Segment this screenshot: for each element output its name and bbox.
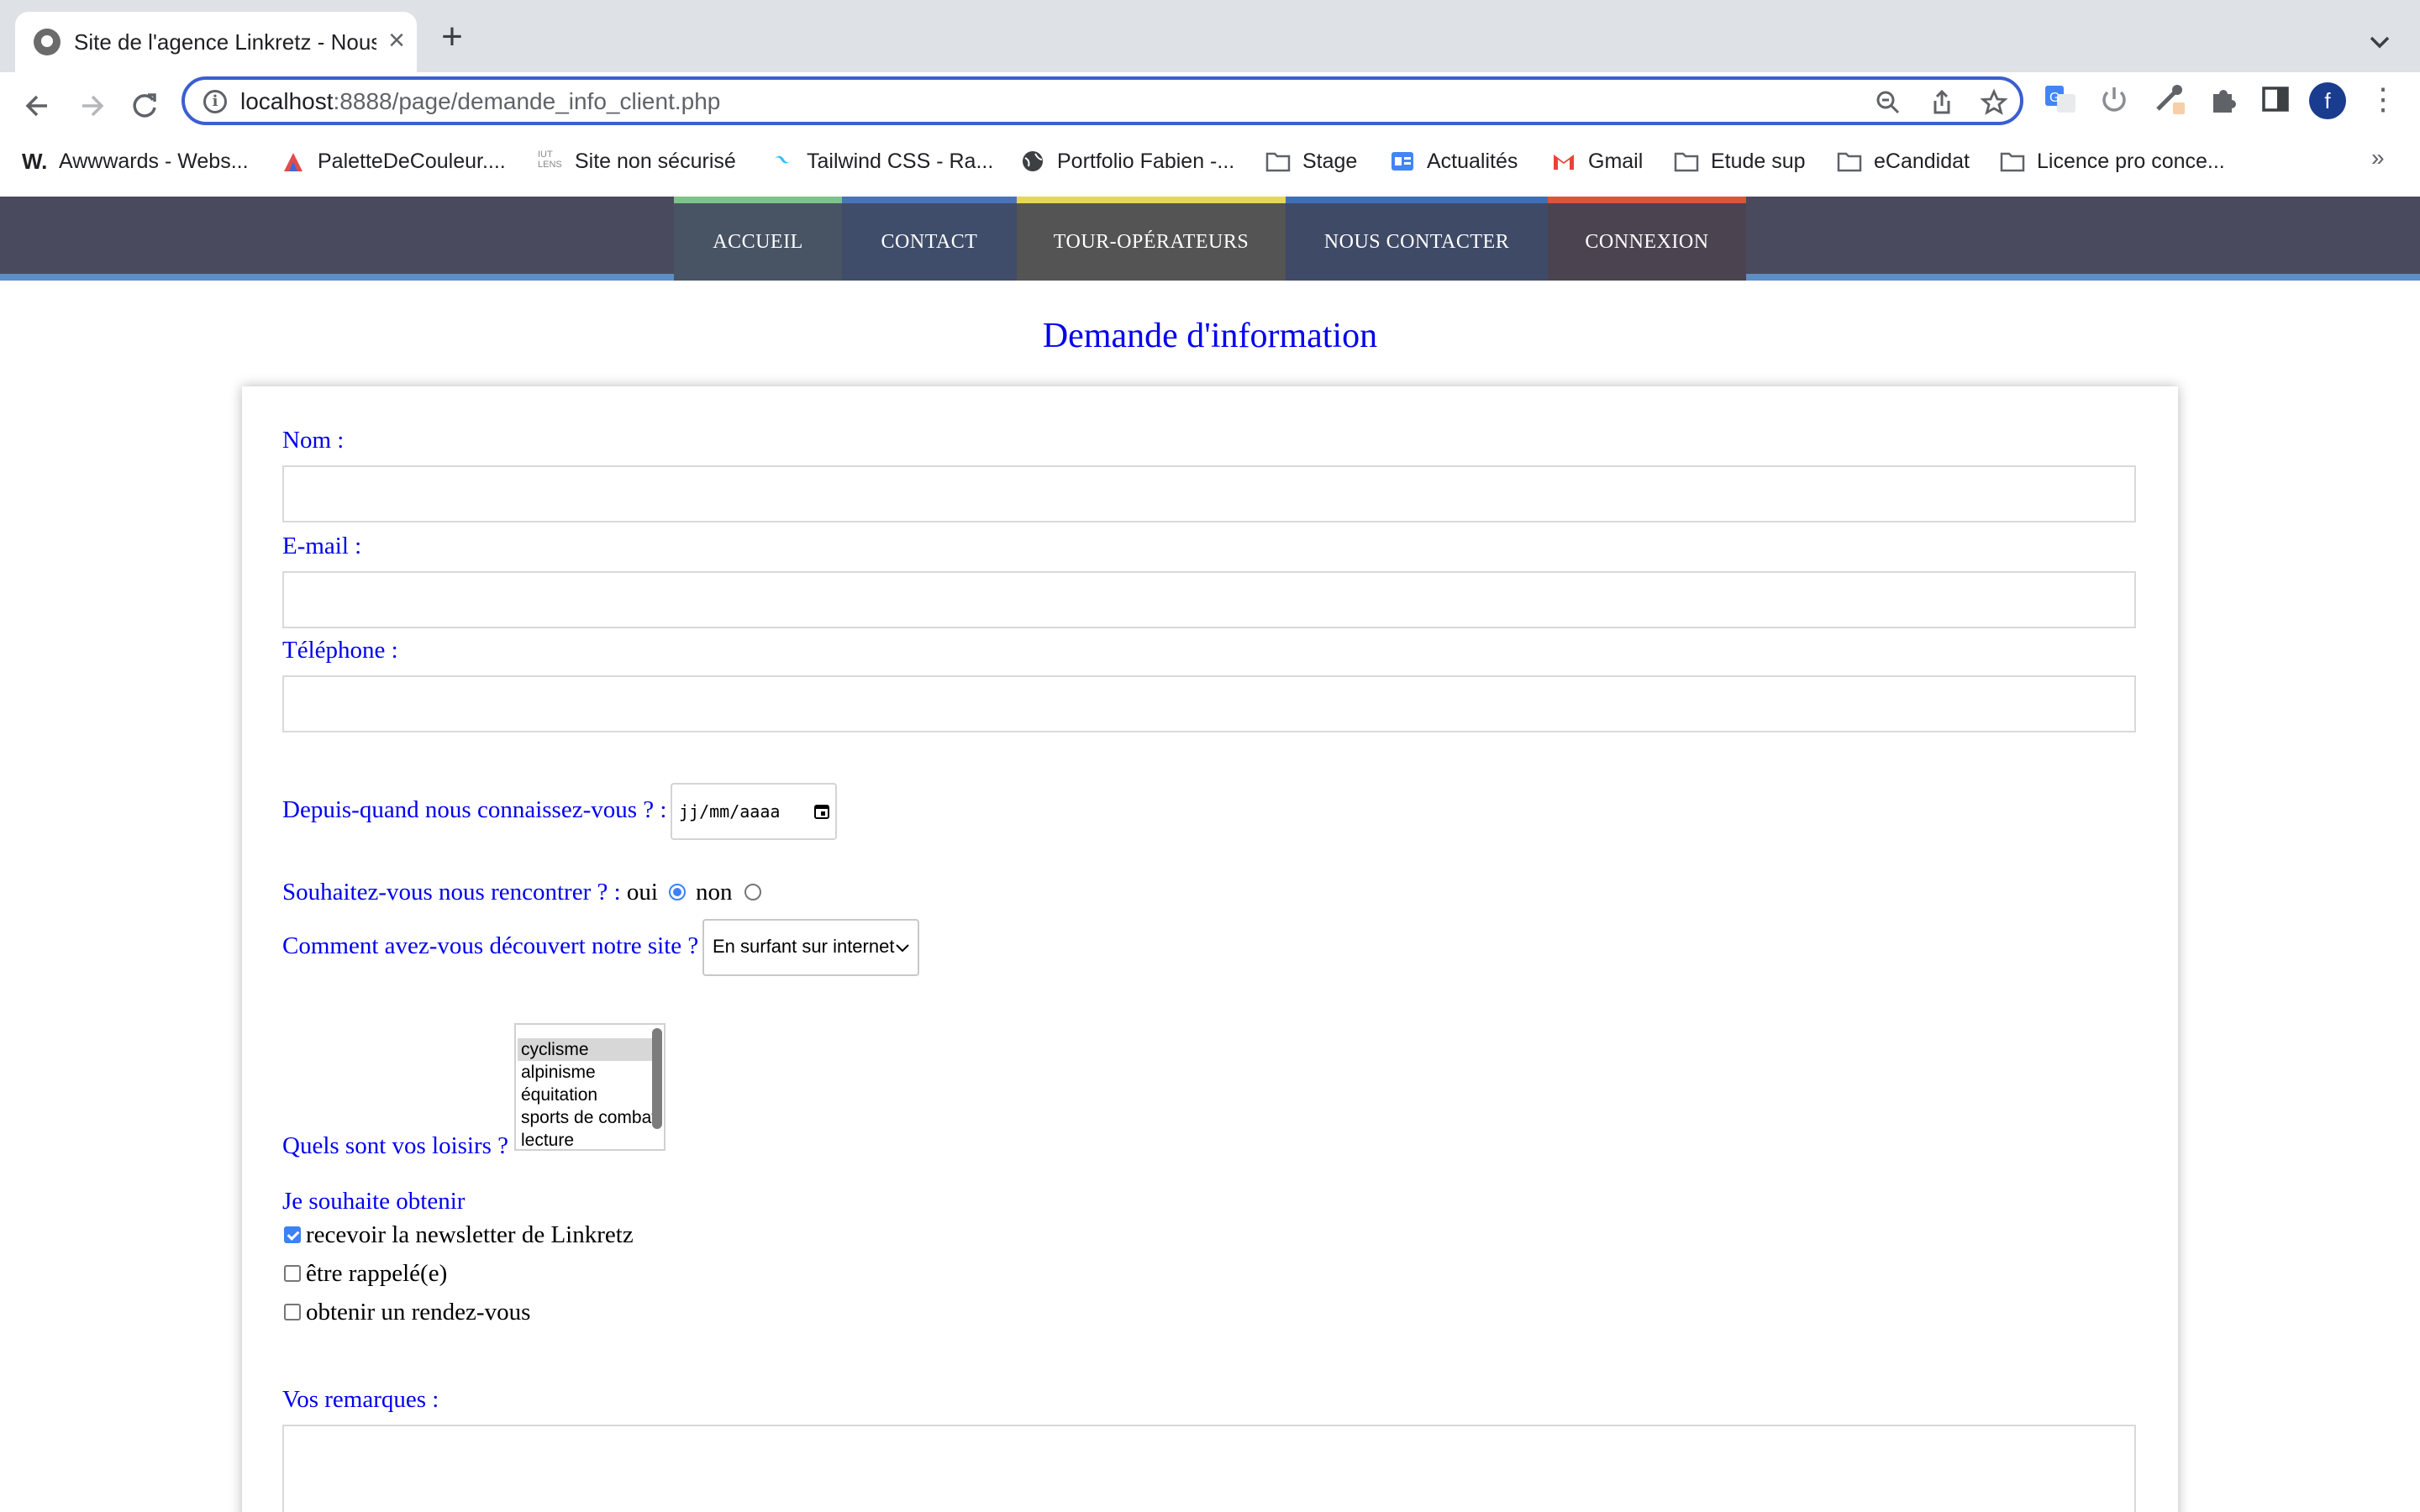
reload-icon[interactable] (124, 86, 165, 126)
bookmark-item[interactable]: Portfolio Fabien -... (1020, 144, 1234, 178)
close-tab-icon[interactable]: × (385, 25, 408, 55)
folder-icon (2000, 150, 2025, 173)
share-icon[interactable] (1928, 88, 1956, 117)
calendar-icon[interactable] (813, 803, 830, 820)
awwwards-icon: W. (22, 149, 48, 174)
color-picker-extension-icon[interactable] (2151, 81, 2188, 118)
hobby-option[interactable]: lecture (518, 1129, 652, 1149)
meet-label: Souhaitez-vous nous rencontrer ? : (282, 879, 621, 906)
nav-item-accueil[interactable]: ACCUEIL (674, 197, 842, 281)
discover-label: Comment avez-vous découvert notre site ? (282, 932, 699, 959)
gmail-icon (1551, 150, 1576, 173)
back-arrow-icon[interactable] (17, 86, 57, 126)
discover-select[interactable]: En surfant sur internet (702, 919, 919, 976)
bookmarks-bar: W. Awwwards - Webs... PaletteDeCouleur..… (0, 138, 2420, 185)
discover-selected-value: En surfant sur internet (713, 936, 895, 957)
telephone-label: Téléphone : (282, 637, 398, 664)
nom-input[interactable] (282, 465, 2136, 522)
bookmark-item[interactable]: Stage (1265, 144, 1357, 178)
extensions-puzzle-icon[interactable] (2205, 81, 2242, 118)
appointment-checkbox[interactable] (284, 1304, 301, 1320)
meet-no-radio[interactable] (744, 884, 761, 900)
since-date-input[interactable]: jj/mm/aaaa (671, 783, 837, 840)
meet-yes-radio[interactable] (669, 884, 686, 900)
nav-item-contact[interactable]: CONTACT (842, 197, 1017, 281)
browser-toolbar: i localhost:8888/page/demande_info_clien… (0, 72, 2420, 202)
bookmark-item[interactable]: W. Awwwards - Webs... (22, 144, 249, 178)
bookmark-item[interactable]: eCandidat (1837, 144, 1970, 178)
meet-yes-label: oui (626, 879, 658, 906)
side-panel-icon[interactable] (2257, 81, 2294, 118)
browser-tabstrip: Site de l'agence Linkretz - Nous contact… (0, 0, 2420, 72)
bookmark-item[interactable]: Tailwind CSS - Ra... (770, 144, 993, 178)
appointment-label: obtenir un rendez-vous (306, 1299, 531, 1326)
bookmark-item[interactable]: PaletteDeCouleur.... (281, 144, 506, 178)
bookmark-item[interactable]: IUT LENS Site non sécurisé (538, 144, 736, 178)
new-tab-button[interactable]: + (435, 18, 469, 55)
email-label: E-mail : (282, 533, 362, 559)
nav-item-connexion[interactable]: CONNEXION (1548, 197, 1746, 281)
page-title: Demande d'information (1042, 317, 1378, 355)
svg-text:G: G (2049, 91, 2060, 105)
hobbies-label: Quels sont vos loisirs ? (282, 1132, 509, 1159)
tailwind-icon (770, 150, 795, 173)
hobby-option[interactable]: équitation (518, 1084, 652, 1106)
browser-tab[interactable]: Site de l'agence Linkretz - Nous contact… (15, 12, 417, 72)
bookmark-star-icon[interactable] (1980, 88, 2008, 117)
since-label: Depuis-quand nous connaissez-vous ? : (282, 796, 667, 823)
meet-no-label: non (696, 879, 733, 906)
bookmark-item[interactable]: Gmail (1551, 144, 1643, 178)
globe-icon (1020, 150, 1045, 173)
folder-icon (1674, 150, 1699, 173)
listbox-scrollbar[interactable] (652, 1028, 662, 1129)
meet-row: Souhaitez-vous nous rencontrer ? : oui (282, 877, 658, 907)
bookmark-item[interactable]: Etude sup (1674, 144, 1806, 178)
nav-item-nous-contacter[interactable]: NOUS CONTACTER (1286, 197, 1548, 281)
remarks-label: Vos remarques : (282, 1386, 439, 1413)
site-favicon-icon (34, 29, 60, 55)
folder-icon (1265, 150, 1291, 173)
google-translate-icon[interactable]: G (2042, 81, 2079, 118)
chevron-down-icon (894, 939, 911, 956)
zoom-icon[interactable] (1874, 88, 1902, 117)
palette-icon (281, 150, 306, 173)
hobby-option[interactable]: sports de combat (518, 1106, 652, 1129)
nav-item-tour-operateurs[interactable]: TOUR-OPÉRATEURS (1017, 197, 1286, 281)
site-navigation: ACCUEIL CONTACT TOUR-OPÉRATEURS NOUS CON… (0, 197, 2420, 281)
hobbies-listbox[interactable]: cyclisme alpinisme équitation sports de … (514, 1023, 666, 1151)
bookmark-item[interactable]: Actualités (1390, 144, 1518, 178)
callback-label: être rappelé(e) (306, 1260, 448, 1287)
nom-label: Nom : (282, 427, 345, 454)
bookmark-item[interactable]: Licence pro conce... (2000, 144, 2225, 178)
browser-menu-icon[interactable]: ⋮ (2368, 82, 2398, 119)
telephone-input[interactable] (282, 675, 2136, 732)
remarks-textarea[interactable] (282, 1425, 2136, 1512)
google-news-icon (1390, 150, 1415, 173)
newsletter-checkbox[interactable] (284, 1226, 301, 1243)
info-request-form: Nom : E-mail : Téléphone : Depuis-quand … (242, 386, 2178, 1512)
address-bar[interactable]: i localhost:8888/page/demande_info_clien… (182, 76, 2023, 125)
site-info-icon[interactable]: i (203, 90, 227, 113)
folder-icon (1837, 150, 1862, 173)
profile-avatar[interactable]: f (2309, 82, 2346, 119)
email-input[interactable] (282, 571, 2136, 628)
power-extension-icon[interactable] (2096, 81, 2133, 118)
bookmarks-more-icon[interactable]: » (2371, 144, 2385, 171)
wish-label: Je souhaite obtenir (282, 1188, 466, 1215)
tab-title: Site de l'agence Linkretz - Nous contact… (74, 29, 376, 55)
hobby-option[interactable]: cyclisme (518, 1038, 652, 1061)
address-url: localhost:8888/page/demande_info_client.… (240, 88, 721, 114)
hobby-option[interactable]: alpinisme (518, 1061, 652, 1084)
callback-checkbox[interactable] (284, 1265, 301, 1282)
date-placeholder: jj/mm/aaaa (679, 801, 781, 822)
newsletter-label: recevoir la newsletter de Linkretz (306, 1221, 634, 1248)
tab-search-chevron-icon[interactable] (2363, 25, 2396, 59)
iut-icon: IUT LENS (538, 150, 562, 170)
forward-arrow-icon[interactable] (72, 86, 113, 126)
